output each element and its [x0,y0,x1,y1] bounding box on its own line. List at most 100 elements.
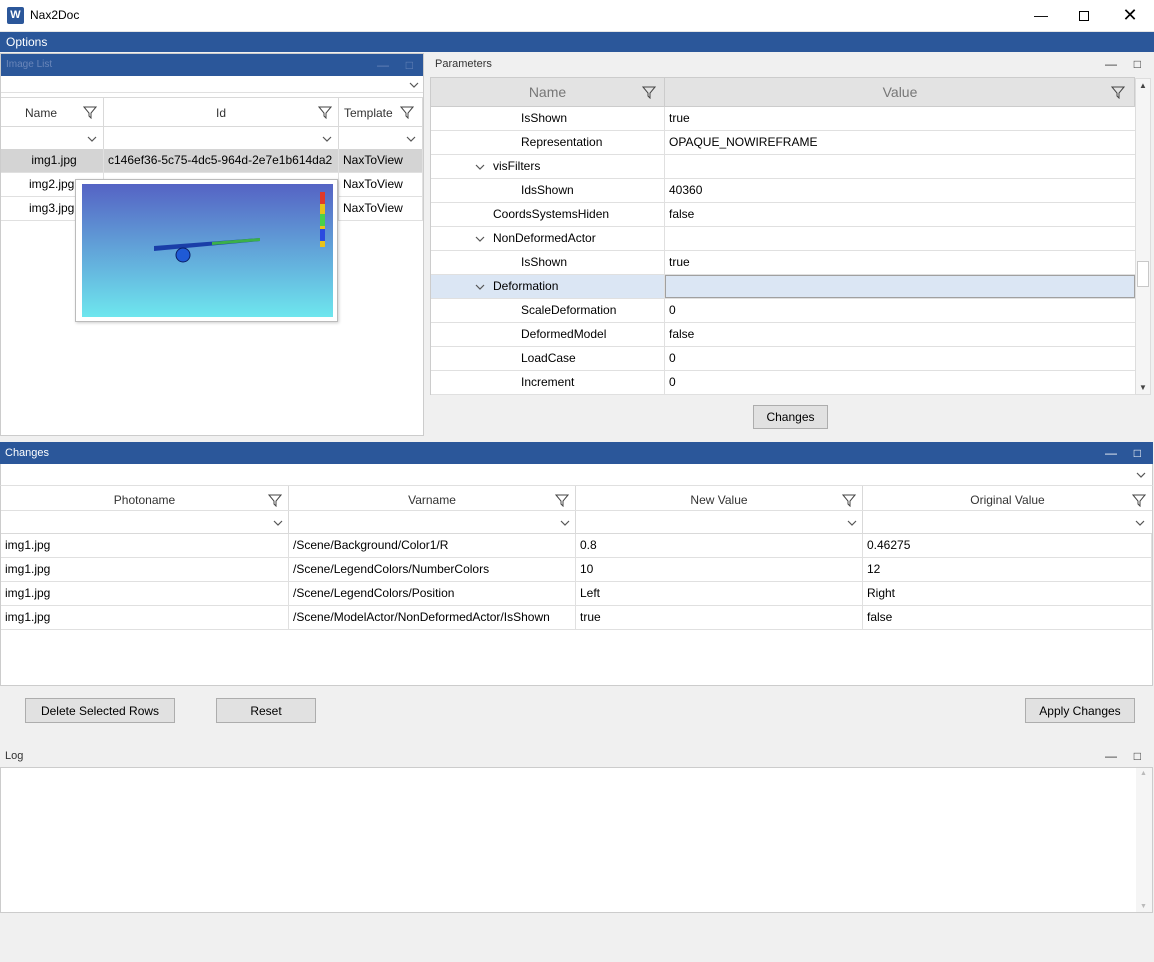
pane-minimize-icon[interactable]: — [1105,442,1117,464]
image-list-filter-row [1,127,423,151]
table-row[interactable]: img1.jpg/Scene/LegendColors/NumberColors… [1,558,1152,582]
chevron-down-icon[interactable] [1136,470,1146,480]
pane-maximize-icon[interactable]: □ [1134,745,1141,767]
tree-node-label: IdsShown [521,183,574,197]
tree-row[interactable]: visFilters [431,155,1135,179]
tree-cell-value[interactable]: 0 [665,299,1135,322]
pane-minimize-icon[interactable]: — [377,54,389,76]
tree-cell-value[interactable]: false [665,203,1135,226]
cell-original-value: 12 [863,558,1152,581]
tree-row[interactable]: DeformedModel false [431,323,1135,347]
reset-button[interactable]: Reset [216,698,316,723]
apply-changes-button[interactable]: Apply Changes [1025,698,1135,723]
changes-group-bar[interactable] [0,464,1153,486]
tree-cell-name: ScaleDeformation [431,299,665,322]
filter-cell-template[interactable] [339,127,423,150]
filter-icon[interactable] [400,105,414,119]
chevron-down-icon[interactable] [322,134,332,144]
filter-cell-name[interactable] [1,127,104,150]
expander-chevron-icon[interactable] [475,275,485,298]
tree-row[interactable]: LoadCase 0 [431,347,1135,371]
changes-button[interactable]: Changes [753,405,828,429]
column-header-name[interactable]: Name [1,98,104,126]
filter-icon[interactable] [842,493,856,507]
window-title: Nax2Doc [30,8,80,22]
maximize-window-button[interactable] [1061,0,1107,31]
tree-row[interactable]: NonDeformedActor [431,227,1135,251]
tree-row[interactable]: IsShown true [431,107,1135,131]
cell-template: NaxToView [339,173,423,196]
delete-selected-rows-button[interactable]: Delete Selected Rows [25,698,175,723]
scroll-up-icon[interactable]: ▲ [1140,770,1147,777]
close-window-button[interactable]: ✕ [1107,0,1153,31]
expander-chevron-icon[interactable] [475,155,485,178]
tree-row[interactable]: Representation OPAQUE_NOWIREFRAME [431,131,1135,155]
tree-cell-value[interactable] [665,155,1135,178]
tree-cell-value[interactable] [665,275,1135,298]
tree-row[interactable]: Deformation [431,275,1135,299]
column-header-param-value[interactable]: Value [665,78,1135,106]
filter-icon[interactable] [83,105,97,119]
filter-icon[interactable] [1132,493,1146,507]
tree-row[interactable]: IsShown true [431,251,1135,275]
log-header: Log — □ [0,745,1153,767]
filter-icon[interactable] [1111,85,1125,99]
column-header-param-name[interactable]: Name [431,78,665,106]
menu-options[interactable]: Options [6,35,47,49]
expander-chevron-icon[interactable] [475,227,485,250]
pane-maximize-icon[interactable]: □ [406,54,413,76]
minimize-window-button[interactable]: — [1018,0,1064,31]
cell-photoname: img1.jpg [1,558,289,581]
image-list-group-bar[interactable] [1,76,423,93]
chevron-down-icon[interactable] [560,518,570,528]
tree-cell-name: CoordsSystemsHiden [431,203,665,226]
tree-node-label: DeformedModel [521,327,607,341]
filter-cell-id[interactable] [104,127,339,150]
filter-icon[interactable] [642,85,656,99]
tree-cell-name: IsShown [431,107,665,130]
filter-icon[interactable] [555,493,569,507]
tree-cell-value[interactable]: false [665,323,1135,346]
table-row[interactable]: img1.jpg/Scene/Background/Color1/R 0.8 0.4… [1,534,1152,558]
pane-maximize-icon[interactable]: □ [1134,442,1141,464]
pane-maximize-icon[interactable]: □ [1134,53,1141,75]
tree-row[interactable]: IdsShown 40360 [431,179,1135,203]
scroll-down-icon[interactable]: ▼ [1140,903,1147,910]
column-header-template[interactable]: Template [339,98,423,126]
scroll-down-icon[interactable]: ▼ [1139,383,1147,392]
tree-cell-value[interactable]: true [665,107,1135,130]
cell-photoname: img1.jpg [1,534,289,557]
tree-row[interactable]: Increment 0 [431,371,1135,395]
tree-cell-value[interactable]: true [665,251,1135,274]
tree-row[interactable]: ScaleDeformation 0 [431,299,1135,323]
table-row[interactable]: img1.jpg/Scene/LegendColors/Position Left… [1,582,1152,606]
pane-minimize-icon[interactable]: — [1105,745,1117,767]
table-row[interactable]: img1.jpg/Scene/ModelActor/NonDeformedAct… [1,606,1152,630]
tree-cell-value[interactable]: 0 [665,371,1135,394]
word-app-icon: W [7,7,24,24]
chevron-down-icon[interactable] [406,134,416,144]
table-row[interactable]: img1.jpg c146ef36-5c75-4dc5-964d-2e7e1b6… [1,149,423,173]
parameters-scrollbar[interactable]: ▲ ▼ [1135,78,1151,395]
log-scrollbar[interactable]: ▲ ▼ [1136,768,1152,912]
cell-original-value: 0.46275 [863,534,1152,557]
filter-icon[interactable] [268,493,282,507]
log-textarea[interactable]: ▲ ▼ [0,767,1153,913]
parameters-tree-grid: Name Value IsShown true Representation OPAQ… [430,77,1135,395]
chevron-down-icon[interactable] [409,80,419,90]
column-header-id[interactable]: Id [104,98,339,126]
tree-row[interactable]: CoordsSystemsHiden false [431,203,1135,227]
pane-minimize-icon[interactable]: — [1105,53,1117,75]
chevron-down-icon[interactable] [847,518,857,528]
chevron-down-icon[interactable] [273,518,283,528]
changes-grid: Photoname Varname New Value Original Val… [0,486,1153,686]
tree-cell-value[interactable]: OPAQUE_NOWIREFRAME [665,131,1135,154]
chevron-down-icon[interactable] [1135,518,1145,528]
tree-cell-value[interactable]: 40360 [665,179,1135,202]
chevron-down-icon[interactable] [87,134,97,144]
scroll-up-icon[interactable]: ▲ [1139,81,1147,90]
filter-icon[interactable] [318,105,332,119]
tree-cell-value[interactable]: 0 [665,347,1135,370]
tree-cell-value[interactable] [665,227,1135,250]
scrollbar-thumb[interactable] [1137,261,1149,287]
